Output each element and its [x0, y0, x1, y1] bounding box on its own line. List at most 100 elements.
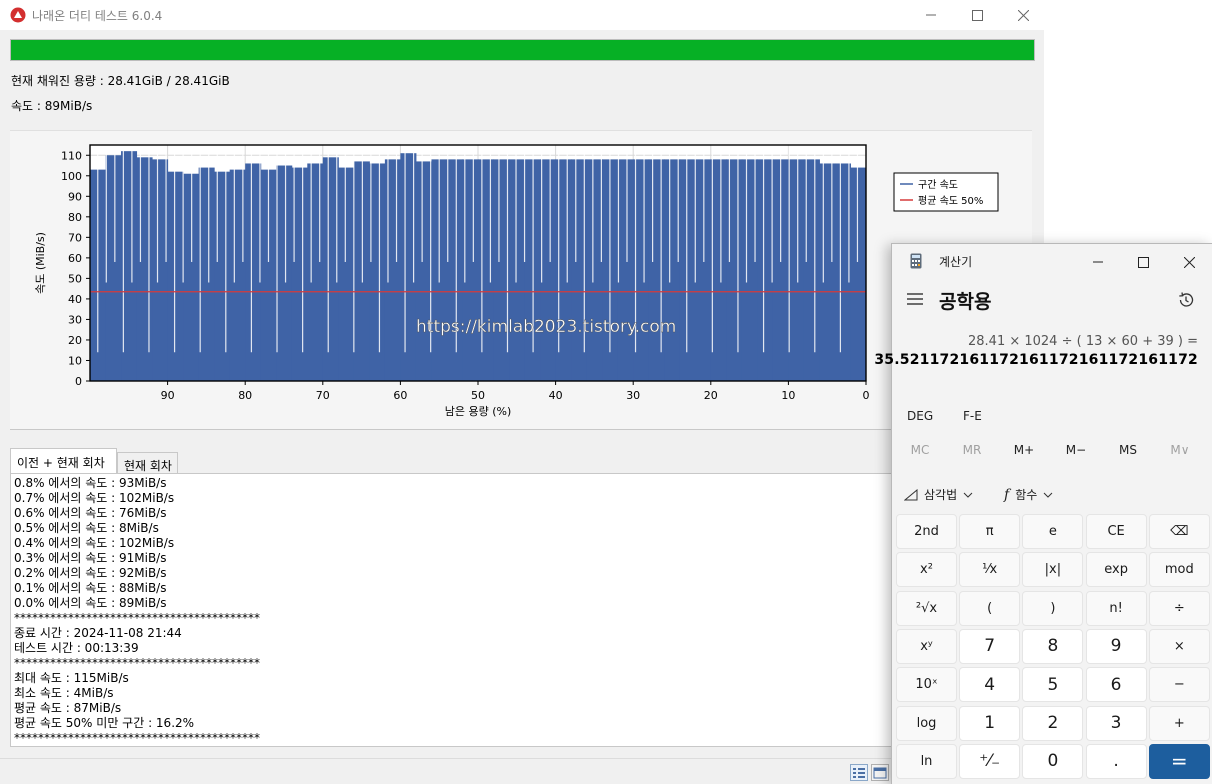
y-tick-label: 90	[68, 190, 82, 203]
digit-3-key[interactable]: 3	[1085, 705, 1147, 741]
euler-key[interactable]: e	[1022, 514, 1084, 549]
speed-bar	[307, 163, 324, 381]
tab-previous-and-current[interactable]: 이전 + 현재 회차	[10, 448, 117, 474]
equals-key[interactable]: =	[1148, 743, 1210, 779]
hamburger-menu-icon[interactable]	[906, 292, 924, 306]
speed-bar	[617, 159, 634, 381]
function-icon: f	[1004, 486, 1010, 503]
second-function-key[interactable]: 2nd	[896, 514, 957, 549]
function-menu[interactable]: f 함수	[1004, 486, 1053, 503]
log-line: 0.1% 에서의 속도 : 88MiB/s	[14, 581, 167, 595]
close-paren-key[interactable]: )	[1022, 590, 1084, 626]
speed-bar	[415, 161, 432, 381]
log-line: ****************************************…	[14, 656, 260, 670]
subtract-key[interactable]: −	[1148, 667, 1210, 703]
log-key[interactable]: log	[896, 705, 957, 741]
capacity-label: 현재 채워진 용량 : 28.41GiB / 28.41GiB	[11, 74, 230, 88]
log-line: 종료 시간 : 2024-11-08 21:44	[14, 626, 182, 640]
divide-key[interactable]: ÷	[1148, 590, 1210, 626]
preview-view-button[interactable]	[871, 764, 889, 781]
clear-entry-key[interactable]: CE	[1085, 514, 1147, 549]
maximize-icon	[1137, 256, 1149, 268]
main-window: 나래온 더티 테스트 6.0.4 현재 채워진 용량 : 28.41GiB / …	[0, 0, 1044, 784]
decimal-key[interactable]: .	[1085, 743, 1147, 779]
power-key[interactable]: xʸ	[896, 628, 957, 664]
square-key[interactable]: x²	[896, 552, 957, 588]
calculator-icon	[910, 253, 922, 269]
log-line: 0.3% 에서의 속도 : 91MiB/s	[14, 551, 167, 565]
digit-2-key[interactable]: 2	[1022, 705, 1084, 741]
digit-8-key[interactable]: 8	[1022, 628, 1084, 664]
log-textbox[interactable]: 0.8% 에서의 속도 : 93MiB/s 0.7% 에서의 속도 : 102Mi…	[10, 473, 1035, 747]
speed-label: 속도 : 89MiB/s	[11, 99, 93, 113]
negate-key[interactable]: ⁺⁄₋	[959, 743, 1021, 779]
open-paren-key[interactable]: (	[959, 590, 1021, 626]
digit-9-key[interactable]: 9	[1085, 628, 1147, 664]
ten-power-key[interactable]: 10ˣ	[896, 667, 957, 703]
chevron-down-icon	[963, 492, 973, 498]
calculator-title-bar: 계산기	[892, 244, 1212, 278]
history-icon[interactable]	[1177, 291, 1195, 309]
memory-add-button[interactable]: M+	[1004, 443, 1044, 457]
memory-list-button[interactable]: M∨	[1160, 443, 1200, 457]
multiply-key[interactable]: ×	[1148, 628, 1210, 664]
fe-button[interactable]: F-E	[963, 409, 982, 423]
calculator-minimize-button[interactable]	[1076, 248, 1120, 276]
maximize-button[interactable]	[954, 0, 1000, 30]
digit-7-key[interactable]: 7	[959, 628, 1021, 664]
x-tick-label: 70	[316, 389, 330, 402]
details-view-button[interactable]	[850, 764, 868, 781]
factorial-key[interactable]: n!	[1085, 590, 1147, 626]
progress-bar	[10, 39, 1035, 61]
close-button[interactable]	[1000, 0, 1046, 30]
angle-mode-button[interactable]: DEG	[907, 409, 933, 423]
speed-bar	[648, 159, 665, 381]
close-icon	[1183, 256, 1195, 268]
minimize-button[interactable]	[908, 0, 954, 30]
memory-recall-button[interactable]: MR	[952, 443, 992, 457]
trigonometry-menu[interactable]: 삼각법	[904, 486, 973, 503]
digit-0-key[interactable]: 0	[1022, 743, 1084, 779]
log-line: 0.8% 에서의 속도 : 93MiB/s	[14, 476, 167, 490]
x-tick-label: 40	[549, 389, 563, 402]
speed-bar	[819, 163, 836, 381]
y-tick-label: 40	[68, 293, 82, 306]
speed-bar	[136, 157, 153, 381]
tab-current-round[interactable]: 현재 회차	[117, 452, 178, 474]
reciprocal-key[interactable]: ¹⁄x	[959, 552, 1021, 588]
digit-1-key[interactable]: 1	[959, 705, 1021, 741]
mod-key[interactable]: mod	[1148, 552, 1210, 588]
memory-clear-button[interactable]: MC	[900, 443, 940, 457]
calculator-window: 계산기 공학용 28.41 × 1024 ÷ ( 13 × 60 + 39 ) …	[874, 243, 1212, 784]
x-tick-label: 80	[238, 389, 252, 402]
digit-6-key[interactable]: 6	[1085, 667, 1147, 703]
status-bar	[0, 758, 1044, 784]
x-tick-label: 10	[781, 389, 795, 402]
memory-store-button[interactable]: MS	[1108, 443, 1148, 457]
app-icon	[10, 7, 26, 23]
y-axis-label: 속도 (MiB/s)	[34, 232, 47, 294]
square-root-key[interactable]: ²√x	[896, 590, 957, 626]
exp-key[interactable]: exp	[1085, 552, 1147, 588]
ln-key[interactable]: ln	[896, 743, 957, 779]
calculator-maximize-button[interactable]	[1121, 248, 1165, 276]
digit-5-key[interactable]: 5	[1022, 667, 1084, 703]
absolute-key[interactable]: |x|	[1022, 552, 1084, 588]
y-tick-label: 30	[68, 313, 82, 326]
pi-key[interactable]: π	[959, 514, 1021, 549]
memory-subtract-button[interactable]: M−	[1056, 443, 1096, 457]
log-line: 최대 속도 : 115MiB/s	[14, 671, 129, 685]
preview-view-icon	[873, 767, 887, 779]
progress-fill	[11, 40, 1034, 60]
add-key[interactable]: +	[1148, 705, 1210, 741]
calculator-result: 35.521172161172161172161172161172	[874, 352, 1198, 368]
backspace-key[interactable]: ⌫	[1148, 514, 1210, 549]
digit-4-key[interactable]: 4	[959, 667, 1021, 703]
log-line: 0.6% 에서의 속도 : 76MiB/s	[14, 506, 167, 520]
calculator-close-button[interactable]	[1167, 248, 1211, 276]
x-tick-label: 90	[161, 389, 175, 402]
triangle-icon	[904, 488, 918, 500]
log-line: 0.0% 에서의 속도 : 89MiB/s	[14, 596, 167, 610]
minimize-icon	[926, 14, 936, 16]
log-line: 0.7% 에서의 속도 : 102MiB/s	[14, 491, 175, 505]
